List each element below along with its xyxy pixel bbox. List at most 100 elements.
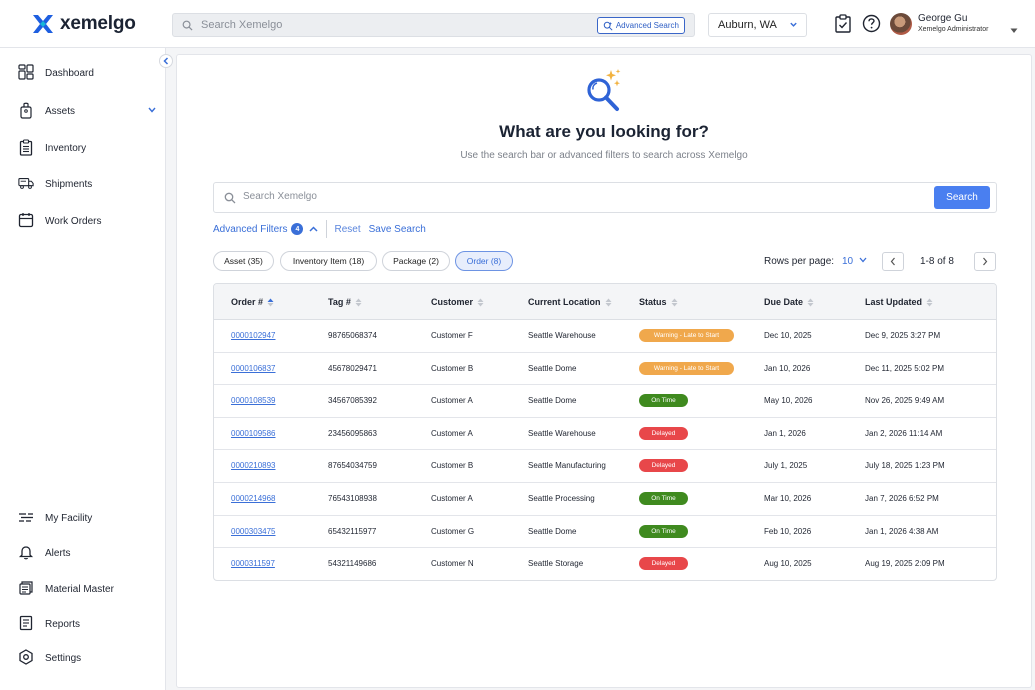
location-cell: Seattle Dome — [528, 363, 577, 373]
chevron-down-icon[interactable] — [148, 107, 156, 113]
column-header-status[interactable]: Status — [639, 297, 678, 307]
chevron-down-icon — [789, 20, 798, 32]
reset-button[interactable]: Reset — [334, 224, 360, 235]
due-date-cell: Jan 10, 2026 — [764, 363, 811, 373]
advanced-search-label: Advanced Search — [615, 21, 679, 30]
search-button[interactable]: Search — [934, 186, 990, 209]
avatar[interactable] — [890, 13, 912, 35]
table-row[interactable]: 0000109586 23456095863 Customer A Seattl… — [214, 418, 996, 451]
order-link[interactable]: 0000214968 — [231, 494, 276, 503]
order-link[interactable]: 0000311597 — [231, 559, 275, 568]
sidebar-item-label: Inventory — [45, 142, 87, 154]
sort-icon — [355, 298, 362, 307]
advanced-filters-toggle[interactable]: Advanced Filters 4 — [213, 223, 319, 235]
xemelgo-logo[interactable]: xemelgo — [32, 13, 136, 35]
order-link[interactable]: 0000102947 — [231, 331, 276, 340]
sidebar-item-my-facility[interactable]: My Facility — [0, 506, 165, 530]
customer-cell: Customer B — [431, 363, 474, 373]
sidebar-item-material-master[interactable]: Material Master — [0, 577, 165, 601]
global-search-input[interactable] — [201, 19, 581, 31]
prev-page-button[interactable] — [882, 252, 904, 271]
table-row[interactable]: 0000214968 76543108938 Customer A Seattl… — [214, 483, 996, 516]
column-header-due-date[interactable]: Due Date — [764, 297, 814, 307]
last-updated-cell: July 18, 2025 1:23 PM — [865, 461, 945, 471]
chevron-down-icon[interactable] — [859, 257, 867, 263]
customer-cell: Customer N — [431, 559, 474, 569]
asset-tag-icon — [18, 102, 34, 119]
sidebar-item-shipments[interactable]: Shipments — [0, 172, 165, 196]
column-header-last-updated[interactable]: Last Updated — [865, 297, 933, 307]
location-cell: Seattle Warehouse — [528, 428, 596, 438]
sidebar-item-work-orders[interactable]: Work Orders — [0, 209, 165, 233]
sidebar-item-assets[interactable]: Assets — [0, 99, 165, 123]
save-search-button[interactable]: Save Search — [369, 224, 426, 235]
sidebar-item-dashboard[interactable]: Dashboard — [0, 61, 165, 85]
chip-asset[interactable]: Asset (35) — [213, 251, 274, 271]
location-select[interactable]: Auburn, WA — [708, 13, 807, 37]
main-search-input[interactable] — [243, 191, 893, 202]
customer-cell: Customer A — [431, 396, 473, 406]
due-date-cell: Dec 10, 2025 — [764, 331, 812, 340]
table-row[interactable]: 0000311597 54321149686 Customer N Seattl… — [214, 548, 996, 580]
column-label: Customer — [431, 297, 474, 307]
column-header-customer[interactable]: Customer — [431, 297, 484, 307]
due-date-cell: Jan 1, 2026 — [764, 428, 806, 438]
customer-cell: Customer A — [431, 494, 473, 503]
global-search: Advanced Search — [172, 13, 695, 37]
order-link[interactable]: 0000108539 — [231, 396, 276, 405]
sidebar-item-alerts[interactable]: Alerts — [0, 541, 165, 565]
page-title: What are you looking for? — [499, 122, 709, 141]
chip-inventory-item[interactable]: Inventory Item (18) — [280, 251, 377, 271]
last-updated-cell: Jan 7, 2026 6:52 PM — [865, 494, 939, 503]
clipboard-check-icon[interactable] — [834, 14, 852, 33]
column-label: Current Location — [528, 297, 601, 307]
sidebar-item-inventory[interactable]: Inventory — [0, 136, 165, 160]
table-row[interactable]: 0000303475 65432115977 Customer G Seattl… — [214, 516, 996, 549]
chip-package[interactable]: Package (2) — [382, 251, 450, 271]
tag-cell: 76543108938 — [328, 494, 377, 503]
chevron-up-icon — [309, 226, 319, 232]
sidebar-item-label: Material Master — [45, 583, 114, 595]
status-badge: On Time — [639, 524, 688, 538]
sidebar-item-label: Alerts — [45, 547, 71, 559]
column-header-tag[interactable]: Tag # — [328, 297, 362, 307]
advanced-search-button[interactable]: Advanced Search — [596, 17, 685, 34]
order-link[interactable]: 0000106837 — [231, 364, 276, 373]
next-page-button[interactable] — [974, 252, 996, 271]
sidebar-item-reports[interactable]: Reports — [0, 612, 165, 636]
due-date-cell: Aug 10, 2025 — [764, 559, 812, 569]
column-label: Status — [639, 297, 667, 307]
table-row[interactable]: 0000210893 87654034759 Customer B Seattl… — [214, 450, 996, 483]
column-header-location[interactable]: Current Location — [528, 297, 612, 307]
rows-per-page-select[interactable]: 10 — [842, 256, 853, 267]
table-row[interactable]: 0000102947 98765068374 Customer F Seattl… — [214, 320, 996, 353]
sidebar-item-label: Settings — [45, 652, 82, 664]
location-cell: Seattle Manufacturing — [528, 461, 606, 471]
due-date-cell: May 10, 2026 — [764, 396, 813, 406]
chip-order[interactable]: Order (8) — [455, 251, 513, 271]
sidebar-collapse-button[interactable] — [159, 54, 173, 68]
location-cell: Seattle Warehouse — [528, 331, 596, 340]
column-header-order[interactable]: Order # — [231, 297, 274, 307]
order-link[interactable]: 0000109586 — [231, 429, 276, 438]
status-badge: Warning - Late to Start — [639, 361, 734, 375]
table-row[interactable]: 0000108539 34567085392 Customer A Seattl… — [214, 385, 996, 418]
tag-cell: 54321149686 — [328, 559, 377, 569]
tag-cell: 65432115977 — [328, 526, 377, 536]
sidebar-item-label: Assets — [45, 105, 76, 117]
help-icon[interactable] — [862, 14, 881, 33]
settings-icon — [18, 649, 34, 665]
column-label: Last Updated — [865, 297, 923, 307]
user-menu[interactable]: George Gu Xemelgo Administrator — [918, 13, 988, 35]
last-updated-cell: Aug 19, 2025 2:09 PM — [865, 559, 945, 569]
sort-icon — [605, 298, 612, 307]
table-row[interactable]: 0000106837 45678029471 Customer B Seattl… — [214, 353, 996, 386]
order-link[interactable]: 0000210893 — [231, 461, 276, 470]
rows-per-page-label: Rows per page: — [764, 256, 835, 267]
order-link[interactable]: 0000303475 — [231, 527, 276, 536]
user-role: Xemelgo Administrator — [918, 26, 989, 33]
caret-down-icon[interactable] — [1010, 21, 1018, 39]
status-badge: On Time — [639, 394, 688, 408]
due-date-cell: Feb 10, 2026 — [764, 526, 812, 536]
sidebar-item-settings[interactable]: Settings — [0, 646, 165, 670]
